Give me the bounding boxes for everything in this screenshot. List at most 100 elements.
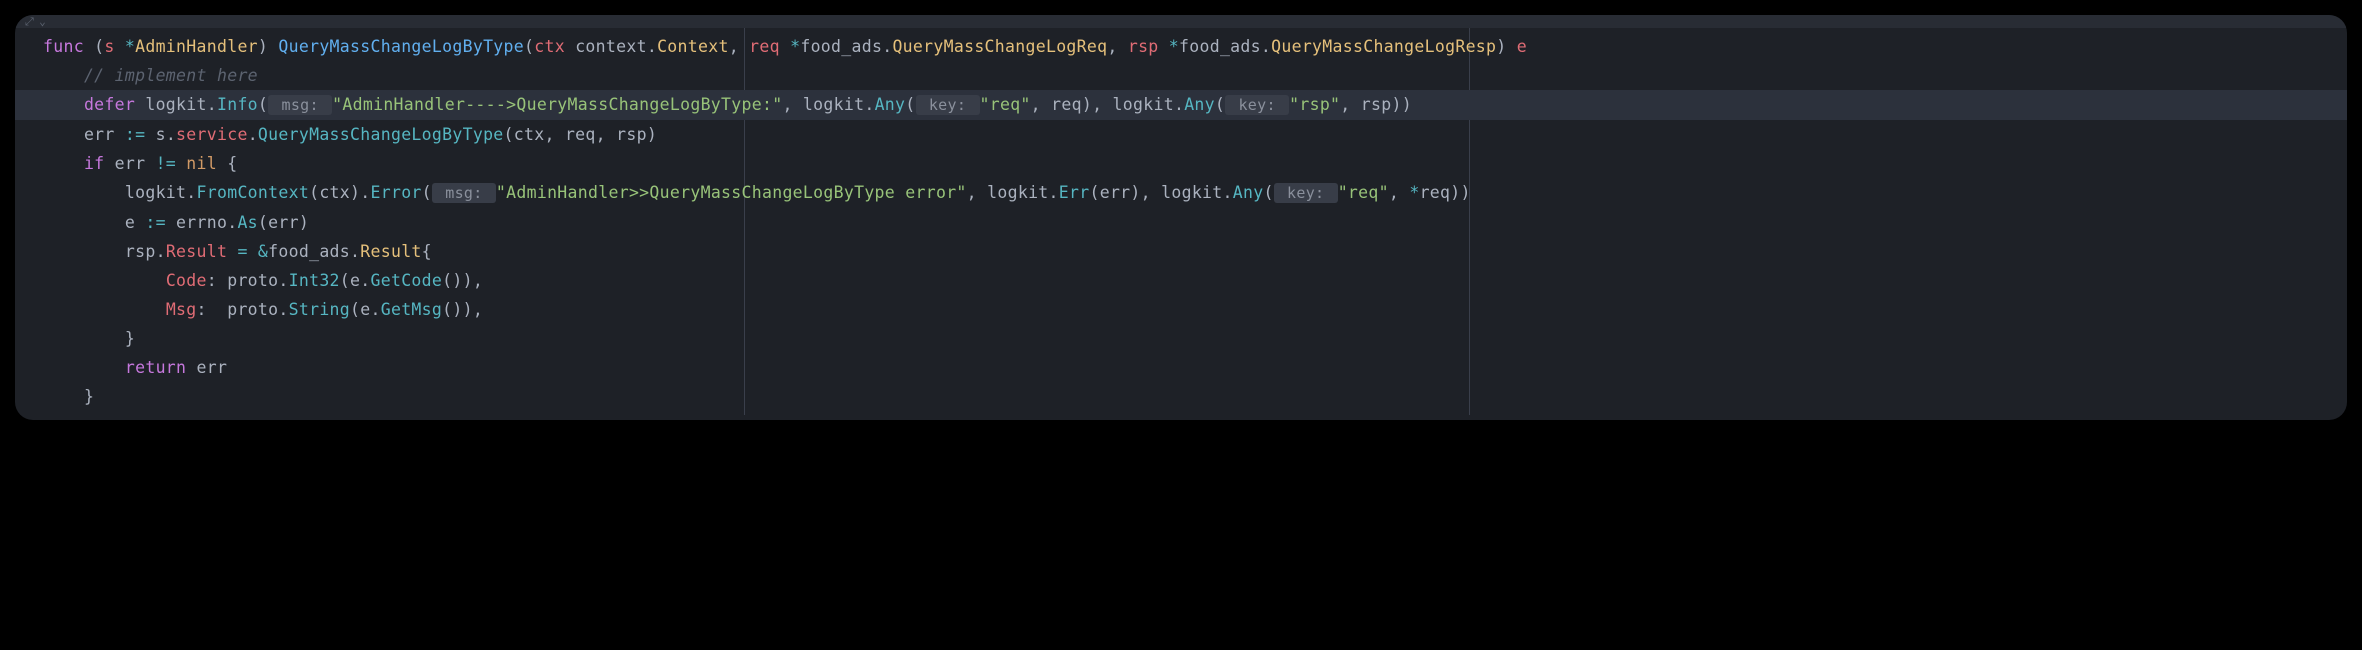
ident-err: err xyxy=(268,213,299,232)
param-hint-key: key: xyxy=(1274,183,1338,203)
param-req: req xyxy=(749,37,790,56)
ident-logkit: logkit xyxy=(987,183,1048,202)
paren: ( xyxy=(1263,183,1273,202)
code-line[interactable]: logkit.FromContext(ctx).Error( msg: "Adm… xyxy=(15,178,2347,208)
brace: } xyxy=(84,387,94,406)
ident-proto: proto xyxy=(227,300,278,319)
ident-errno: errno xyxy=(176,213,227,232)
paren: ) xyxy=(350,183,360,202)
method-error: Error xyxy=(371,183,422,202)
ident-err: err xyxy=(197,358,228,377)
param-hint-msg: msg: xyxy=(268,95,332,115)
code-line[interactable]: e := errno.As(err) xyxy=(15,208,2347,237)
code-line[interactable]: err := s.service.QueryMassChangeLogByTyp… xyxy=(15,120,2347,149)
comma: , xyxy=(1389,183,1409,202)
comma: , xyxy=(729,37,749,56)
ident-logkit: logkit xyxy=(125,183,186,202)
close: ), xyxy=(463,300,483,319)
method-as: As xyxy=(237,213,257,232)
paren: ) xyxy=(647,125,657,144)
nil-literal: nil xyxy=(186,154,217,173)
method-info: Info xyxy=(217,95,258,114)
star: * xyxy=(1409,183,1419,202)
paren: )) xyxy=(1391,95,1411,114)
ident-ctx: ctx xyxy=(514,125,545,144)
brace: } xyxy=(125,329,135,348)
param-rsp: rsp xyxy=(1128,37,1169,56)
paren: ( xyxy=(350,300,360,319)
dot: . xyxy=(647,37,657,56)
paren: ( xyxy=(258,213,268,232)
dot: . xyxy=(156,242,166,261)
indent xyxy=(43,358,125,377)
method-err: Err xyxy=(1059,183,1090,202)
brace: { xyxy=(422,242,432,261)
code-line[interactable]: // implement here xyxy=(15,61,2347,90)
amp: & xyxy=(258,242,268,261)
field-service: service xyxy=(176,125,248,144)
dot: . xyxy=(248,125,258,144)
paren: ( xyxy=(1089,183,1099,202)
indent xyxy=(43,125,84,144)
eq-op: = xyxy=(227,242,258,261)
comma: , xyxy=(782,95,802,114)
dot: . xyxy=(278,271,288,290)
comment: // implement here xyxy=(84,66,258,85)
param-s: s xyxy=(104,37,114,56)
method-query: QueryMassChangeLogByType xyxy=(258,125,504,144)
code-area[interactable]: func (s *AdminHandler) QueryMassChangeLo… xyxy=(15,28,2347,415)
type-req: QueryMassChangeLogReq xyxy=(892,37,1107,56)
indent xyxy=(43,183,125,202)
star: * xyxy=(1169,37,1179,56)
pkg-foodads: food_ads xyxy=(268,242,350,261)
ident-logkit: logkit xyxy=(803,95,864,114)
ident-e: e xyxy=(125,213,145,232)
code-line[interactable]: return err xyxy=(15,353,2347,382)
ident-rsp: rsp xyxy=(616,125,647,144)
comma: , xyxy=(1092,95,1112,114)
paren: ) xyxy=(1496,37,1516,56)
comma: , xyxy=(1141,183,1161,202)
dot: . xyxy=(1261,37,1271,56)
ne-op: != xyxy=(156,154,187,173)
code-line-highlighted[interactable]: defer logkit.Info( msg: "AdminHandler---… xyxy=(15,90,2347,120)
code-line[interactable]: rsp.Result = &food_ads.Result{ xyxy=(15,237,2347,266)
string-literal: "req" xyxy=(980,95,1031,114)
func-name: QueryMassChangeLogByType xyxy=(278,37,524,56)
code-line[interactable]: } xyxy=(15,382,2347,411)
string-literal: "AdminHandler---->QueryMassChangeLogByTy… xyxy=(332,95,782,114)
paren: ( xyxy=(309,183,319,202)
method-int32: Int32 xyxy=(289,271,340,290)
code-editor[interactable]: ⤢ ⌄ func (s *AdminHandler) QueryMassChan… xyxy=(15,15,2347,420)
indent xyxy=(43,66,84,85)
method-any: Any xyxy=(1184,95,1215,114)
paren: ( xyxy=(258,95,268,114)
code-line[interactable]: Msg: proto.String(e.GetMsg()), xyxy=(15,295,2347,324)
colon: : xyxy=(197,300,228,319)
assign-op: := xyxy=(145,213,176,232)
ident-e: e xyxy=(350,271,360,290)
return-e: e xyxy=(1517,37,1527,56)
pkg-context: context xyxy=(575,37,647,56)
keyword-if: if xyxy=(84,154,115,173)
star: * xyxy=(115,37,135,56)
paren: ) xyxy=(299,213,309,232)
code-line[interactable]: Code: proto.Int32(e.GetCode()), xyxy=(15,266,2347,295)
dot: . xyxy=(371,300,381,319)
type-resp: QueryMassChangeLogResp xyxy=(1271,37,1496,56)
dot: . xyxy=(278,300,288,319)
dot: . xyxy=(1174,95,1184,114)
indent xyxy=(43,387,84,406)
paren: ( xyxy=(1215,95,1225,114)
method-getcode: GetCode xyxy=(371,271,443,290)
code-line[interactable]: func (s *AdminHandler) QueryMassChangeLo… xyxy=(15,32,2347,61)
code-line[interactable]: if err != nil { xyxy=(15,149,2347,178)
pkg-foodads: food_ads xyxy=(1179,37,1261,56)
string-literal: "AdminHandler>>QueryMassChangeLogByType … xyxy=(496,183,967,202)
comma: , xyxy=(1107,37,1127,56)
paren: ( xyxy=(340,271,350,290)
field-code: Code xyxy=(166,271,207,290)
dot: . xyxy=(1223,183,1233,202)
code-line[interactable]: } xyxy=(15,324,2347,353)
call: () xyxy=(442,300,462,319)
